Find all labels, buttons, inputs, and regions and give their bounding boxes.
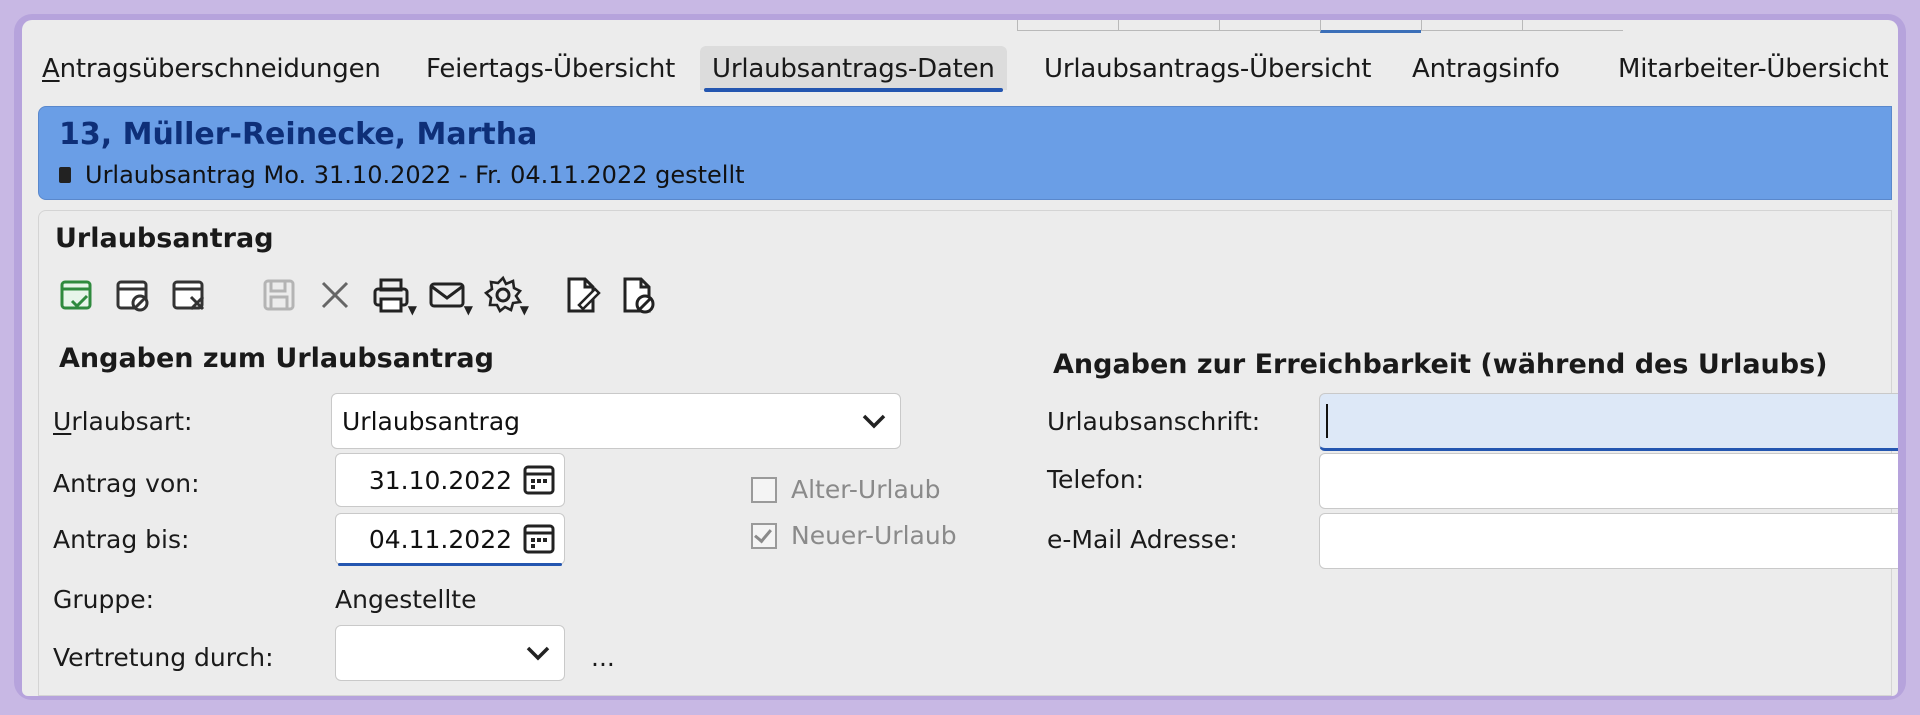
tab-antragsueberschneidungen[interactable]: Antragsüberschneidungen	[42, 54, 381, 84]
upper-tab-stub[interactable]	[1522, 20, 1623, 31]
save-icon[interactable]	[251, 267, 307, 323]
address-label: Urlaubsanschrift:	[1047, 407, 1261, 436]
request-to-label: Antrag bis:	[53, 525, 190, 554]
request-from-label: Antrag von:	[53, 469, 200, 498]
tab-feiertags-uebersicht[interactable]: Feiertags-Übersicht	[426, 54, 675, 84]
panel-title: Urlaubsantrag	[55, 223, 274, 254]
mail-icon[interactable]: ▼	[419, 267, 475, 323]
request-to-date-field[interactable]: 04.11.2022	[335, 513, 565, 566]
contact-section-heading: Angaben zur Erreichbarkeit (während des …	[1053, 349, 1828, 380]
tab-mitarbeiter-uebersicht[interactable]: Mitarbeiter-Übersicht	[1618, 54, 1889, 84]
new-vacation-checkbox[interactable]: Neuer-Urlaub	[751, 521, 957, 550]
calendar-delete-icon[interactable]	[161, 267, 217, 323]
dropdown-arrow-icon: ▼	[463, 303, 473, 317]
vacation-type-value: Urlaubsantrag	[342, 406, 521, 436]
gear-icon[interactable]: ▼	[475, 267, 531, 323]
document-block-icon[interactable]	[609, 267, 665, 323]
document-edit-icon[interactable]	[553, 267, 609, 323]
dropdown-arrow-icon: ▼	[407, 303, 417, 317]
dropdown-arrow-icon: ▼	[519, 303, 529, 317]
vacation-type-label: Urlaubsart:	[53, 407, 193, 436]
more-options-button[interactable]: ...	[591, 643, 615, 672]
group-value: Angestellte	[335, 585, 477, 614]
deputy-select[interactable]	[335, 625, 565, 681]
email-label: e-Mail Adresse:	[1047, 525, 1238, 554]
phone-input[interactable]	[1319, 453, 1898, 509]
new-vacation-label: Neuer-Urlaub	[791, 521, 957, 550]
upper-tab-stub[interactable]	[1017, 20, 1118, 31]
tab-bar: Antragsüberschneidungen Feiertags-Übersi…	[40, 44, 1898, 100]
tab-label: Feiertags-Übersicht	[426, 54, 676, 84]
chevron-down-icon	[526, 646, 550, 661]
employee-name: 13, Müller-Reinecke, Martha	[59, 117, 538, 152]
deputy-label: Vertretung durch:	[53, 643, 274, 672]
tab-urlaubsantrags-uebersicht[interactable]: Urlaubsantrags-Übersicht	[1044, 54, 1371, 84]
print-icon[interactable]: ▼	[363, 267, 419, 323]
calendar-check-icon[interactable]	[49, 267, 105, 323]
calendar-icon[interactable]	[522, 463, 556, 497]
text-caret	[1326, 404, 1328, 438]
vacation-request-panel: Urlaubsantrag ▼ ▼ ▼ Angaben zum Urlaubsa…	[38, 210, 1898, 696]
old-vacation-checkbox[interactable]: Alter-Urlaub	[751, 475, 941, 504]
vacation-type-select[interactable]: Urlaubsantrag	[331, 393, 901, 449]
request-status: Urlaubsantrag Mo. 31.10.2022 - Fr. 04.11…	[59, 161, 745, 189]
upper-tab-stubs	[1017, 20, 1623, 33]
tab-label: Mitarbeiter-Übersicht	[1618, 54, 1889, 84]
tab-label: Antragsinfo	[1412, 54, 1560, 84]
upper-tab-stub[interactable]	[1421, 20, 1522, 31]
document-icon	[59, 167, 71, 183]
address-input[interactable]	[1319, 393, 1898, 451]
tab-urlaubsantrags-daten[interactable]: Urlaubsantrags-Daten	[700, 46, 1007, 92]
upper-tab-stub[interactable]	[1219, 20, 1320, 31]
close-icon[interactable]	[307, 267, 363, 323]
group-label: Gruppe:	[53, 585, 155, 614]
email-input[interactable]	[1319, 513, 1898, 569]
request-from-date-field[interactable]: 31.10.2022	[335, 453, 565, 507]
tab-antragsinfo[interactable]: Antragsinfo	[1412, 54, 1560, 84]
toolbar: ▼ ▼ ▼	[49, 267, 665, 323]
phone-label: Telefon:	[1047, 465, 1145, 494]
tab-label: ntragsüberschneidungen	[59, 54, 381, 84]
tab-label: Urlaubsantrags-Daten	[712, 54, 995, 84]
checkbox-box[interactable]	[751, 522, 777, 549]
chevron-down-icon	[862, 414, 886, 429]
checkbox-box[interactable]	[751, 476, 777, 503]
tab-label: Urlaubsantrags-Übersicht	[1044, 54, 1372, 84]
calendar-icon[interactable]	[522, 522, 556, 556]
calendar-block-icon[interactable]	[105, 267, 161, 323]
old-vacation-label: Alter-Urlaub	[791, 475, 941, 504]
request-from-date-value: 31.10.2022	[368, 465, 512, 495]
employee-header: 13, Müller-Reinecke, Martha Urlaubsantra…	[38, 106, 1892, 200]
request-to-date-value: 04.11.2022	[368, 524, 512, 554]
application-window: Antragsüberschneidungen Feiertags-Übersi…	[22, 20, 1898, 696]
upper-tab-stub[interactable]	[1118, 20, 1219, 31]
request-status-text: Urlaubsantrag Mo. 31.10.2022 - Fr. 04.11…	[85, 161, 745, 189]
request-section-heading: Angaben zum Urlaubsantrag	[59, 343, 494, 374]
upper-tab-stub-active[interactable]	[1320, 20, 1421, 33]
